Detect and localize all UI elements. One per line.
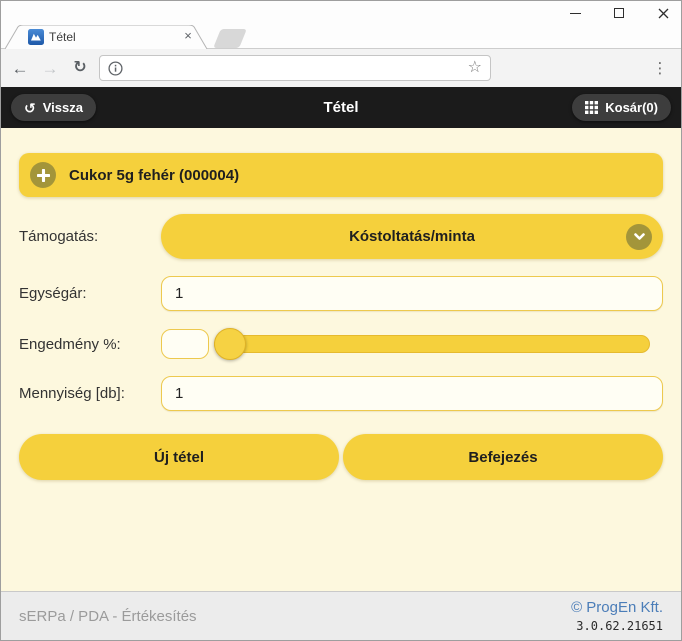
page-content: Cukor 5g fehér (000004) Támogatás: Kósto…	[1, 128, 681, 591]
close-icon	[657, 7, 670, 20]
page-info-icon[interactable]	[108, 61, 123, 76]
support-label: Támogatás:	[19, 228, 161, 245]
menu-dots-icon: ⋮	[653, 60, 668, 77]
quantity-row: Mennyiség [db]:	[19, 376, 663, 411]
unit-price-label: Egységár:	[19, 285, 161, 302]
quantity-label: Mennyiség [db]:	[19, 385, 161, 402]
app-breadcrumb: sERPa / PDA - Értékesítés	[19, 608, 197, 625]
discount-label: Engedmény %:	[19, 336, 161, 353]
window-controls	[567, 6, 671, 20]
slider-track[interactable]	[214, 335, 650, 353]
chevron-down-icon	[626, 224, 652, 250]
product-name: Cukor 5g fehér (000004)	[69, 167, 239, 184]
unit-price-row: Egységár:	[19, 276, 663, 311]
undo-arrow-icon: ↺	[24, 101, 36, 115]
cart-label: Kosár(0)	[605, 100, 658, 115]
browser-menu-button[interactable]: ⋮	[651, 59, 669, 77]
browser-window: Tétel × ← → ↻ ☆ ⋮ ↺	[0, 0, 682, 641]
bookmark-star-icon[interactable]: ☆	[468, 60, 482, 76]
quantity-input[interactable]	[161, 376, 663, 411]
close-button[interactable]	[655, 6, 671, 20]
slider-handle[interactable]	[214, 328, 246, 360]
new-tab-button[interactable]	[213, 29, 247, 48]
discount-row: Engedmény %:	[19, 328, 663, 360]
tab-strip: Tétel ×	[1, 25, 681, 48]
discount-slider[interactable]	[214, 328, 663, 360]
maximize-icon	[614, 8, 624, 18]
browser-toolbar: ← → ↻ ☆ ⋮	[1, 48, 681, 87]
back-arrow-icon: ←	[12, 60, 29, 77]
support-select[interactable]: Kóstoltatás/minta	[161, 214, 663, 259]
product-banner[interactable]: Cukor 5g fehér (000004)	[19, 153, 663, 197]
forward-button[interactable]: →	[39, 56, 61, 80]
support-row: Támogatás: Kóstoltatás/minta	[19, 214, 663, 259]
address-bar[interactable]: ☆	[99, 55, 491, 81]
minimize-icon	[570, 13, 581, 14]
discount-input[interactable]	[161, 329, 209, 359]
grid-icon	[585, 101, 598, 114]
window-titlebar	[1, 1, 681, 25]
plus-circle-icon	[30, 162, 56, 188]
app-header: ↺ Vissza Tétel Kosár(0)	[1, 87, 681, 128]
finish-button[interactable]: Befejezés	[343, 434, 663, 480]
action-buttons: Új tétel Befejezés	[19, 434, 663, 480]
cart-button[interactable]: Kosár(0)	[572, 94, 671, 121]
reload-button[interactable]: ↻	[69, 56, 91, 80]
minimize-button[interactable]	[567, 6, 583, 20]
unit-price-input[interactable]	[161, 276, 663, 311]
reload-icon: ↻	[73, 60, 86, 76]
new-item-button[interactable]: Új tétel	[19, 434, 339, 480]
tab-close-button[interactable]: ×	[180, 28, 196, 43]
back-button[interactable]: ←	[9, 56, 31, 80]
favicon-serpa-icon	[28, 29, 44, 45]
forward-arrow-icon: →	[42, 60, 59, 77]
page-title: Tétel	[323, 99, 358, 116]
vendor-link[interactable]: © ProgEn Kft.	[571, 599, 663, 616]
back-nav-button[interactable]: ↺ Vissza	[11, 94, 96, 121]
page-footer: sERPa / PDA - Értékesítés © ProgEn Kft. …	[1, 591, 681, 640]
url-input[interactable]	[130, 57, 461, 79]
version-text: 3.0.62.21651	[571, 619, 663, 635]
tab-title: Tétel	[49, 30, 76, 44]
back-nav-label: Vissza	[43, 100, 83, 115]
support-selected-value: Kóstoltatás/minta	[349, 228, 475, 245]
maximize-button[interactable]	[611, 6, 627, 20]
